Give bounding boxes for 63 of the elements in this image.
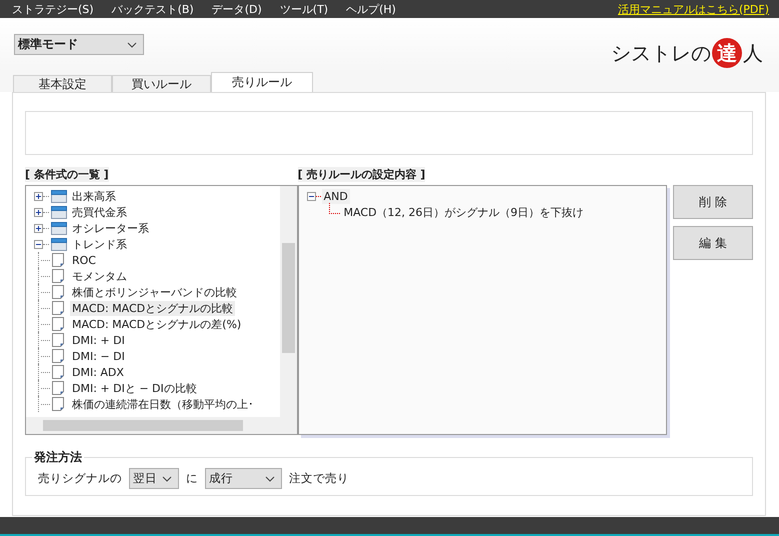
expand-icon[interactable] (34, 224, 43, 232)
chevron-down-icon (265, 476, 275, 482)
tree-item[interactable]: ROC (70, 252, 98, 268)
tree-item[interactable]: オシレーター系 (70, 220, 151, 236)
vertical-scrollbar[interactable] (280, 186, 297, 417)
group-title: 発注方法 (32, 449, 83, 466)
action-button[interactable]: 削 除 (673, 185, 753, 219)
tree-item[interactable]: DMI: ADX (70, 364, 126, 380)
collapse-icon[interactable] (306, 192, 316, 200)
folder-icon (51, 222, 67, 234)
tab[interactable]: 基本設定 (13, 75, 112, 92)
expand-icon[interactable] (34, 208, 43, 216)
tree-item[interactable]: 出来高系 (70, 188, 118, 204)
collapse-icon[interactable] (34, 240, 43, 248)
document-icon (52, 285, 64, 299)
logo-emblem: 達 (712, 38, 742, 68)
document-icon (52, 253, 64, 267)
tree-item[interactable]: トレンド系 (70, 236, 129, 252)
logo-text: 人 (743, 40, 763, 66)
mode-select[interactable]: 標準モード (14, 34, 144, 55)
menu-item[interactable]: ストラテジー(S) (12, 2, 94, 16)
document-icon (52, 397, 64, 411)
tree-item[interactable]: モメンタム (70, 268, 129, 284)
tab[interactable]: 売りルール (211, 72, 313, 92)
tree-item[interactable]: 株価とボリンジャーバンドの比較 (70, 284, 239, 300)
menu-item[interactable]: ヘルプ(H) (346, 2, 396, 16)
document-icon (52, 365, 64, 379)
tree-item[interactable]: DMI: + DI (70, 332, 127, 348)
document-icon (52, 269, 64, 283)
folder-icon (51, 238, 67, 250)
folder-icon (51, 206, 67, 218)
order-label: 注文で売り (289, 471, 349, 486)
chevron-down-icon (127, 42, 137, 48)
expand-icon[interactable] (34, 192, 43, 200)
order-label: に (186, 471, 198, 486)
tree-item[interactable]: 売買代金系 (70, 204, 129, 220)
tree-item[interactable]: AND (322, 188, 350, 204)
document-icon (52, 317, 64, 331)
document-icon (52, 333, 64, 347)
order-type-select[interactable]: 成行 (205, 468, 282, 489)
menu-item[interactable]: データ(D) (212, 2, 262, 16)
tree-item[interactable]: DMI: + DIと − DIの比較 (70, 380, 199, 396)
tree-item[interactable]: MACD（12, 26日）がシグナル（9日）を下抜け (342, 204, 586, 220)
order-label: 売りシグナルの (38, 471, 122, 486)
document-icon (52, 381, 64, 395)
tree-item[interactable]: MACD: MACDとシグナルの差(%) (70, 316, 244, 332)
section-title: [ 売りルールの設定内容 ] (298, 167, 426, 182)
logo-text: シストレの (611, 40, 711, 66)
tree-item[interactable]: DMI: − DI (70, 348, 127, 364)
menu-item[interactable]: バックテスト(B) (112, 2, 194, 16)
tree-item[interactable]: MACD: MACDとシグナルの比較 (70, 300, 236, 316)
chevron-down-icon (162, 476, 172, 482)
action-button[interactable]: 編 集 (673, 226, 753, 260)
tree-item[interactable]: 株価の連続滞在日数（移動平均の上･ (70, 396, 256, 412)
section-title: [ 条件式の一覧 ] (25, 167, 109, 182)
document-icon (52, 301, 64, 315)
horizontal-scrollbar[interactable] (26, 417, 297, 434)
manual-link[interactable]: 活用マニュアルはこちら(PDF) (618, 2, 769, 16)
folder-icon (51, 190, 67, 202)
menu-item[interactable]: ツール(T) (280, 2, 328, 16)
tab[interactable]: 買いルール (112, 75, 211, 92)
document-icon (52, 349, 64, 363)
timing-select[interactable]: 翌日 (129, 468, 179, 489)
